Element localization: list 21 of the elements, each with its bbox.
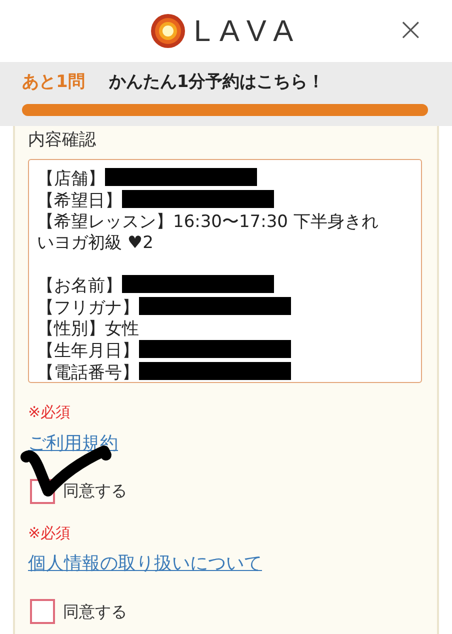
- field-label: 【希望日】: [37, 191, 122, 211]
- field-label: 【店舗】: [37, 169, 105, 189]
- agree-label: 同意する: [63, 600, 127, 622]
- required-note: ※必須: [28, 402, 72, 423]
- agree-label: 同意する: [63, 480, 127, 502]
- required-note: ※必須: [28, 522, 72, 544]
- reservation-link[interactable]: かんたん1分予約はこちら！: [108, 70, 325, 96]
- confirmation-text-area[interactable]: 【店舗】 【希望日】 【希望レッスン】16:30〜17:30 下半身きれいヨガ初級 ♥2 【お名前】 【フリガナ】 【性別】女性 【生年月日】 【電話番号】: [28, 159, 422, 383]
- info-line: 【性別】女性: [37, 319, 139, 339]
- remaining-count: あと1問: [22, 71, 85, 94]
- section-title: 内容確認: [28, 128, 97, 152]
- field-label: 【フリガナ】: [37, 298, 139, 318]
- field-label: 【お名前】: [37, 276, 122, 296]
- field-label: 【電話番号】: [37, 363, 139, 382]
- sun-logo-icon: [150, 13, 186, 49]
- agree-checkbox[interactable]: [30, 599, 55, 624]
- close-button[interactable]: ×: [391, 12, 430, 46]
- info-line: 【希望レッスン】16:30〜17:30 下半身きれいヨガ初級 ♥2: [37, 212, 378, 253]
- terms-link[interactable]: 個人情報の取り扱いについて: [28, 550, 262, 577]
- field-label: 【生年月日】: [37, 341, 139, 361]
- logo-text: LAVA: [194, 14, 302, 50]
